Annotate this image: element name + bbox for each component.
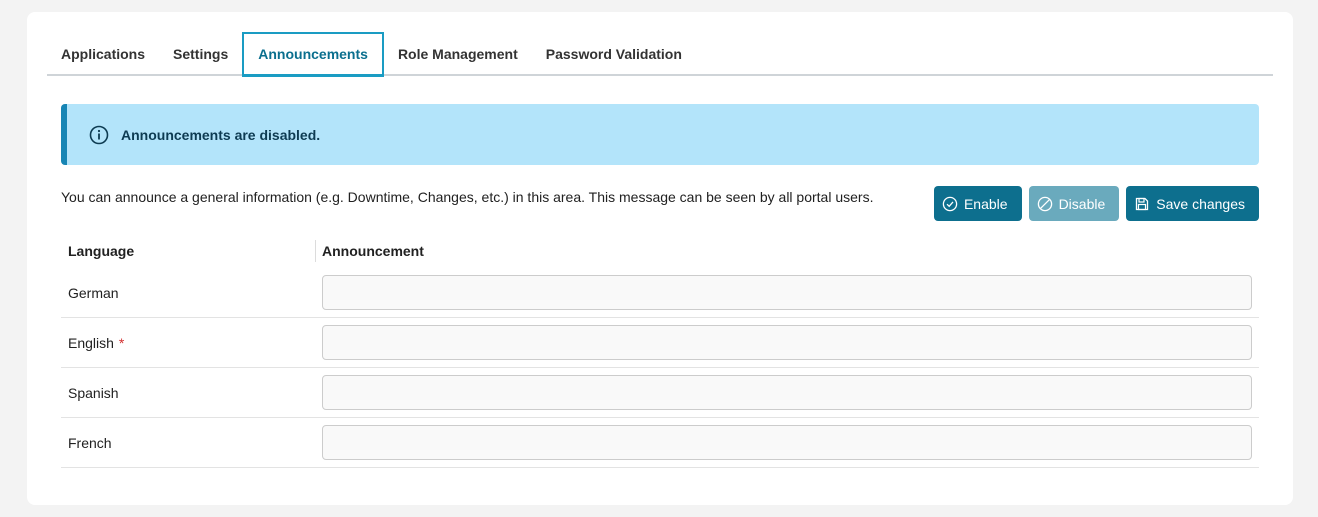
language-name: Spanish	[68, 384, 119, 401]
tab-settings[interactable]: Settings	[159, 32, 242, 75]
check-circle-icon	[942, 196, 958, 212]
table-row: German	[61, 268, 1259, 318]
info-icon	[89, 125, 109, 145]
announcements-disabled-alert: Announcements are disabled.	[61, 104, 1259, 165]
table-row: English *	[61, 318, 1259, 368]
save-icon	[1134, 196, 1150, 212]
description-text: You can announce a general information (…	[61, 189, 874, 205]
block-icon	[1037, 196, 1053, 212]
tab-announcements[interactable]: Announcements	[242, 32, 384, 77]
language-name: German	[68, 284, 119, 301]
language-label-french: French	[61, 435, 322, 451]
disable-button-label: Disable	[1058, 195, 1106, 212]
save-changes-button[interactable]: Save changes	[1126, 186, 1259, 221]
announcement-table: Language Announcement German English * Sp…	[61, 234, 1259, 468]
announcement-input-german[interactable]	[322, 275, 1252, 310]
table-header: Language Announcement	[61, 234, 1259, 268]
required-marker: *	[118, 334, 125, 351]
tab-password-validation[interactable]: Password Validation	[532, 32, 696, 75]
announcement-column-header: Announcement	[315, 240, 424, 262]
language-name: English	[68, 334, 114, 351]
language-label-german: German	[61, 285, 322, 301]
announcement-input-french[interactable]	[322, 425, 1252, 460]
announcement-input-english[interactable]	[322, 325, 1252, 360]
settings-card: Applications Settings Announcements Role…	[27, 12, 1293, 505]
enable-button[interactable]: Enable	[933, 186, 1022, 221]
language-column-header: Language	[68, 243, 135, 259]
alert-text: Announcements are disabled.	[121, 126, 321, 143]
action-buttons: Enable Disable Save changes	[933, 186, 1259, 221]
table-row: French	[61, 418, 1259, 468]
language-name: French	[68, 434, 112, 451]
enable-button-label: Enable	[963, 195, 1008, 212]
table-row: Spanish	[61, 368, 1259, 418]
save-changes-button-label: Save changes	[1156, 195, 1245, 212]
tab-bar: Applications Settings Announcements Role…	[47, 32, 1273, 77]
tab-role-management[interactable]: Role Management	[384, 32, 532, 75]
tab-applications[interactable]: Applications	[47, 32, 159, 75]
language-label-spanish: Spanish	[61, 385, 322, 401]
announcement-input-spanish[interactable]	[322, 375, 1252, 410]
language-label-english: English *	[61, 335, 322, 351]
disable-button[interactable]: Disable	[1028, 186, 1120, 221]
